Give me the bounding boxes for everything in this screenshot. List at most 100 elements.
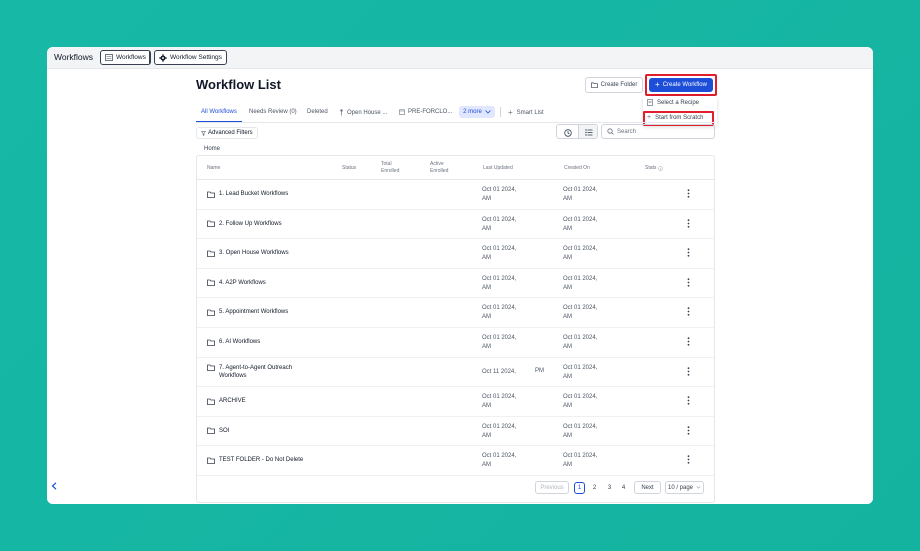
table-row[interactable]: 1. Lead Bucket Workflows Oct 01 2024, AM O… xyxy=(197,180,714,210)
table-row[interactable]: SOI Oct 01 2024, AM Oct 01 2024, AM xyxy=(197,417,714,447)
advanced-filters-button[interactable]: Advanced Filters xyxy=(196,127,258,139)
folder-name-cell[interactable]: 5. Appointment Workflows xyxy=(207,308,288,316)
table-row[interactable]: 7. Agent-to-Agent Outreach Workflows Oct … xyxy=(197,358,714,388)
col-stats-label: Stats xyxy=(645,165,657,171)
folder-icon xyxy=(207,427,215,435)
table-row[interactable]: 5. Appointment Workflows Oct 01 2024, AM O… xyxy=(197,298,714,328)
tabs-border xyxy=(196,122,715,123)
create-workflow-highlight: + Create Workflow xyxy=(645,74,717,96)
more-tabs-label: 2 more xyxy=(463,109,482,115)
created-on-cell: Oct 01 2024, AM xyxy=(563,453,598,469)
more-vertical-icon xyxy=(687,396,690,405)
tab-deleted[interactable]: Deleted xyxy=(307,109,328,115)
collapse-sidebar-button[interactable] xyxy=(51,482,57,490)
tab-all-workflows[interactable]: All Workflows xyxy=(201,109,237,115)
page-2-button[interactable]: 2 xyxy=(589,482,600,494)
tab-needs-review[interactable]: Needs Review (0) xyxy=(249,109,297,115)
previous-page-button[interactable]: Previous xyxy=(535,481,569,494)
folder-name: 4. A2P Workflows xyxy=(219,279,266,286)
more-vertical-icon xyxy=(687,218,690,228)
clock-view-button[interactable] xyxy=(557,125,578,138)
col-active-enrolled: Active Enrolled xyxy=(430,161,449,174)
more-vertical-icon xyxy=(687,248,690,257)
table-row[interactable]: 3. Open House Workflows Oct 01 2024, AM Oc… xyxy=(197,239,714,269)
create-workflow-button[interactable]: + Create Workflow xyxy=(649,78,713,92)
col-status: Status xyxy=(342,165,357,171)
row-actions-button[interactable] xyxy=(687,366,690,376)
created-on-cell: Oct 01 2024, AM xyxy=(563,394,598,410)
folder-name-cell[interactable]: ARCHIVE xyxy=(207,397,246,405)
row-actions-button[interactable] xyxy=(687,248,690,257)
search-input[interactable]: Search xyxy=(601,124,715,139)
created-on-cell: Oct 01 2024, AM xyxy=(563,364,598,380)
active-tab-indicator xyxy=(196,121,242,122)
folder-name-cell[interactable]: 7. Agent-to-Agent Outreach Workflows xyxy=(207,364,309,380)
table-row[interactable]: 4. A2P Workflows Oct 01 2024, AM Oct 01 20… xyxy=(197,269,714,299)
workflows-tab-label: Workflows xyxy=(116,54,146,61)
folder-icon xyxy=(207,309,215,316)
workflow-settings-button[interactable]: Workflow Settings xyxy=(154,50,227,65)
table-row[interactable]: 2. Follow Up Workflows Oct 01 2024, AM Oct… xyxy=(197,210,714,240)
row-actions-button[interactable] xyxy=(687,455,690,465)
start-from-scratch-item[interactable]: + Start from Scratch xyxy=(647,114,703,121)
folder-icon xyxy=(207,398,215,405)
folder-icon xyxy=(207,457,215,464)
tab-pre-forclo[interactable]: PRE-FORCLO... xyxy=(399,109,452,115)
folder-icon xyxy=(590,82,598,88)
folder-name-cell[interactable]: 1. Lead Bucket Workflows xyxy=(207,190,288,198)
more-vertical-icon xyxy=(687,189,690,198)
last-updated-cell: Oct 01 2024, AM xyxy=(482,453,517,469)
row-actions-button[interactable] xyxy=(687,278,690,287)
next-page-button[interactable]: Next xyxy=(634,481,661,494)
row-actions-button[interactable] xyxy=(687,426,690,435)
folder-name-cell[interactable]: 4. A2P Workflows xyxy=(207,279,266,287)
folder-name: 1. Lead Bucket Workflows xyxy=(219,191,289,197)
page-3-button[interactable]: 3 xyxy=(604,482,615,494)
folder-name-cell[interactable]: SOI xyxy=(207,427,229,435)
app-window: Workflows Workflows Workflow Settings Wo… xyxy=(47,47,873,504)
last-updated-cell: Oct 01 2024, AM xyxy=(482,187,517,202)
filter-icon xyxy=(201,130,206,136)
page-size-select[interactable]: 10 / page xyxy=(665,481,704,494)
last-updated-cell: Oct 01 2024, AM xyxy=(482,246,517,262)
topbar-divider xyxy=(149,51,150,64)
folder-name: 2. Follow Up Workflows xyxy=(219,220,282,227)
folder-name-cell[interactable]: 2. Follow Up Workflows xyxy=(207,220,282,228)
breadcrumb[interactable]: Home xyxy=(204,146,220,152)
list-view-button[interactable] xyxy=(578,125,597,138)
more-tabs-button[interactable]: 2 more xyxy=(459,106,495,118)
page-4-button[interactable]: 4 xyxy=(618,482,629,494)
folder-icon xyxy=(207,220,215,227)
row-actions-button[interactable] xyxy=(687,396,690,405)
col-created-on: Created On xyxy=(564,165,590,171)
col-stats: Stats xyxy=(645,165,664,172)
row-actions-button[interactable] xyxy=(687,218,690,228)
folder-icon xyxy=(207,339,215,346)
more-vertical-icon xyxy=(687,307,690,317)
workflows-tab-button[interactable]: Workflows xyxy=(100,50,151,65)
row-actions-button[interactable] xyxy=(687,189,690,198)
smart-list-button[interactable]: + Smart List xyxy=(508,108,544,117)
chevron-left-icon xyxy=(51,482,57,490)
row-actions-button[interactable] xyxy=(687,337,690,346)
select-recipe-item[interactable]: Select a Recipe xyxy=(647,99,699,106)
table-row[interactable]: 6. AI Workflows Oct 01 2024, AM Oct 01 202… xyxy=(197,328,714,358)
folder-name-cell[interactable]: 3. Open House Workflows xyxy=(207,249,289,257)
table-header: Name Status Total Enrolled Active Enroll… xyxy=(197,156,714,180)
page-size-label: 10 / page xyxy=(667,484,694,491)
last-updated-cell: Oct 11 2024, xyxy=(482,368,516,375)
page-1-button[interactable]: 1 xyxy=(574,482,585,494)
tab-open-house[interactable]: Open House ... xyxy=(339,109,387,116)
row-actions-button[interactable] xyxy=(687,307,690,317)
chevron-down-icon xyxy=(696,486,701,489)
folder-name-cell[interactable]: 6. AI Workflows xyxy=(207,338,260,346)
last-updated-cell: Oct 01 2024, AM xyxy=(482,394,517,410)
more-vertical-icon xyxy=(687,366,690,376)
table-row[interactable]: TEST FOLDER - Do Not Delete Oct 01 2024, … xyxy=(197,446,714,476)
create-folder-button[interactable]: Create Folder xyxy=(585,77,643,93)
pin-icon xyxy=(339,109,344,116)
clock-icon xyxy=(563,128,572,137)
folder-name-cell[interactable]: TEST FOLDER - Do Not Delete xyxy=(207,456,303,464)
table-row[interactable]: ARCHIVE Oct 01 2024, AM Oct 01 2024, AM xyxy=(197,387,714,417)
more-vertical-icon xyxy=(687,337,690,346)
